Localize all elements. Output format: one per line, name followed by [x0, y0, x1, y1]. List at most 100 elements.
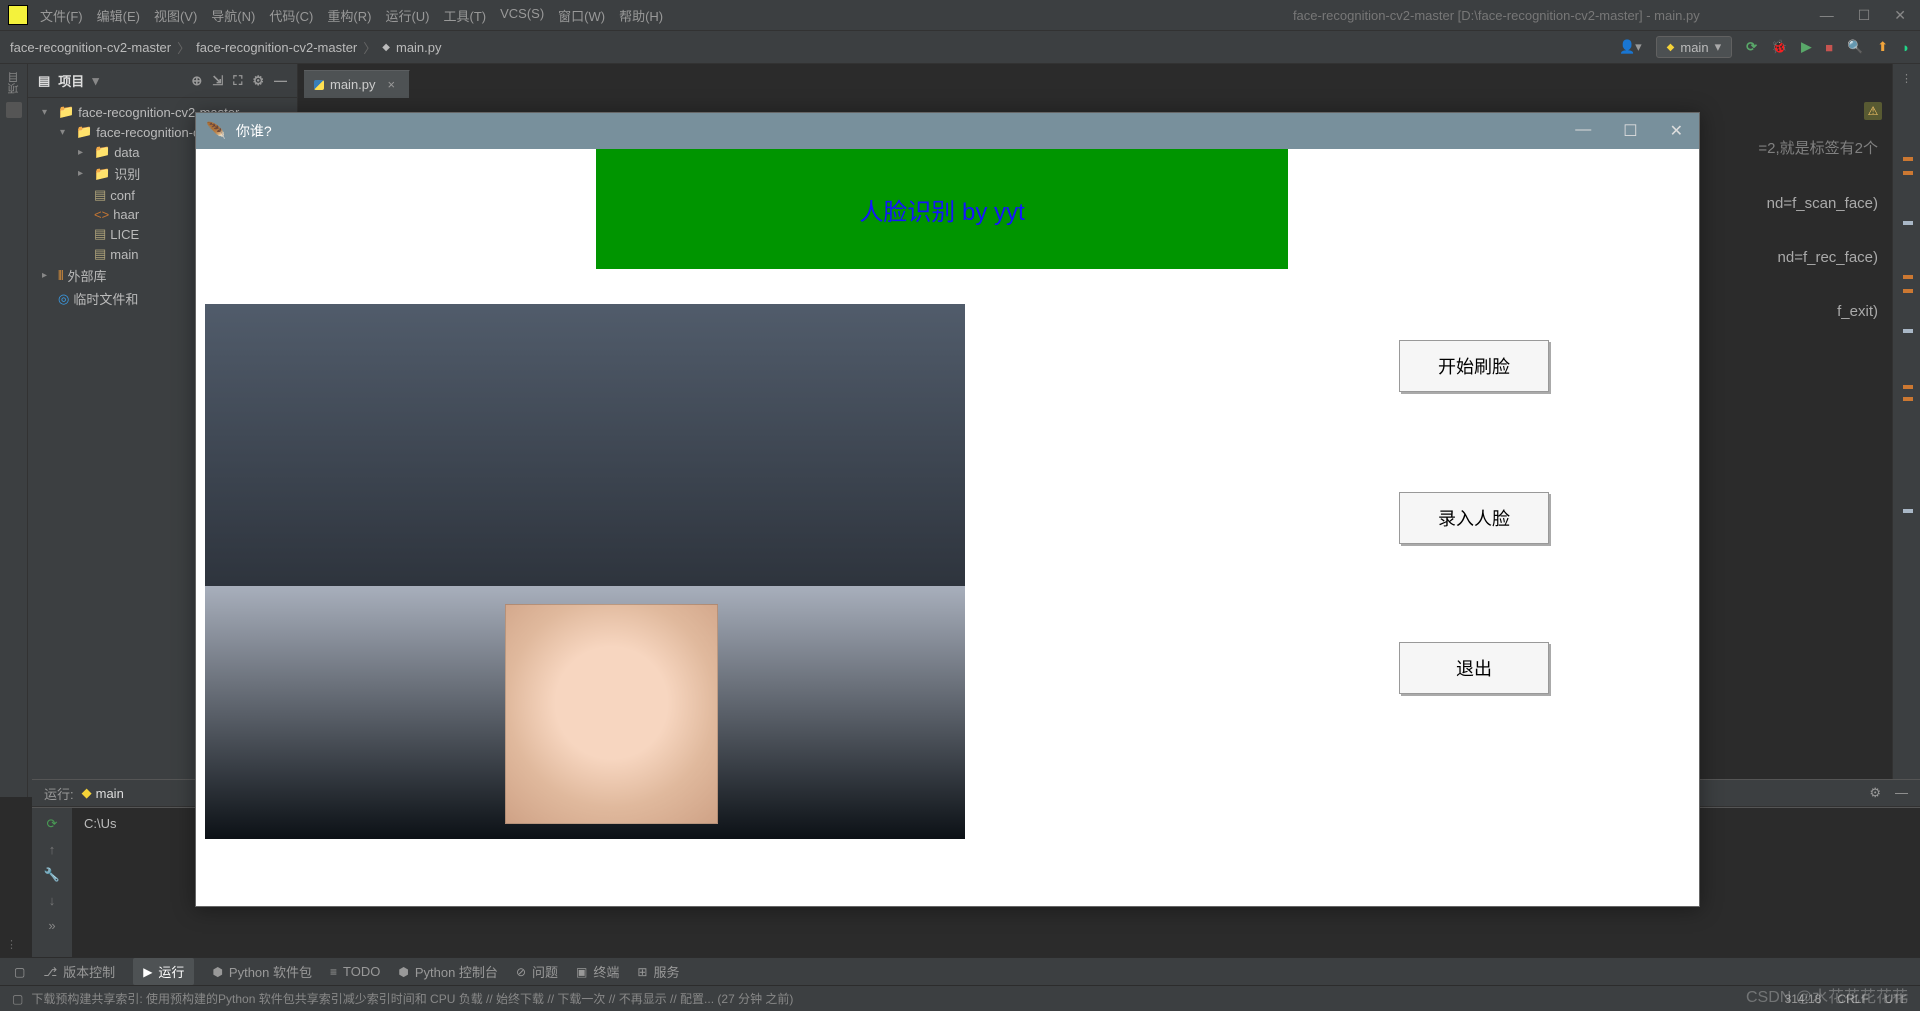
enroll-face-button[interactable]: 录入人脸: [1399, 492, 1549, 544]
scrollbar-markers: [1901, 97, 1913, 797]
tab-todo[interactable]: ≡TODO: [330, 964, 380, 979]
run-config-name: main: [1680, 40, 1708, 55]
tk-minimize-icon[interactable]: —: [1575, 121, 1591, 141]
menu-tools[interactable]: 工具(T): [443, 6, 486, 25]
left-tool-strip: 项目: [0, 64, 28, 797]
menu-run[interactable]: 运行(U): [385, 6, 429, 25]
project-title: 项目: [58, 71, 84, 90]
play-icon[interactable]: ▶: [1801, 39, 1811, 55]
left-dots: ⋮: [6, 938, 17, 951]
menu-view[interactable]: 视图(V): [154, 6, 197, 25]
tab-services[interactable]: ⊞服务: [637, 962, 679, 981]
debug-icon[interactable]: 🐞: [1771, 39, 1787, 55]
nav-row: face-recognition-cv2-master 〉 face-recog…: [0, 30, 1920, 64]
expand-icon[interactable]: ⛶: [233, 73, 242, 89]
search-icon[interactable]: 🔍: [1847, 39, 1863, 55]
python-icon: ◆: [382, 42, 390, 53]
run-icon[interactable]: ⟳: [1746, 39, 1757, 55]
tk-app-window: 🪶 你谁? — ☐ ✕ 人脸识别 by yyt 开始刷脸 录入人脸 退出: [195, 112, 1700, 907]
project-header: ▤ 项目 ▾ ⊕ ⇲ ⛶ ⚙ —: [28, 64, 297, 98]
minimize-icon[interactable]: —: [1820, 7, 1834, 24]
editor-code-fragment: =2,就是标签有2个 nd=f_scan_face) nd=f_rec_face…: [1758, 119, 1878, 338]
close-icon[interactable]: ✕: [1894, 7, 1906, 24]
gear-icon[interactable]: ⚙: [252, 73, 264, 89]
tab-vcs[interactable]: ⎇版本控制: [43, 962, 115, 981]
file-encoding[interactable]: UTF: [1885, 992, 1908, 1006]
status-message[interactable]: 下载预构建共享索引: 使用预构建的Python 软件包共享索引减少索引时间和 C…: [31, 990, 1784, 1007]
menu-help[interactable]: 帮助(H): [619, 6, 663, 25]
status-bar: ▢ 下载预构建共享索引: 使用预构建的Python 软件包共享索引减少索引时间和…: [0, 985, 1920, 1011]
ide-titlebar: 文件(F) 编辑(E) 视图(V) 导航(N) 代码(C) 重构(R) 运行(U…: [0, 0, 1920, 30]
start-scan-button[interactable]: 开始刷脸: [1399, 340, 1549, 392]
line-separator[interactable]: CRLF: [1837, 992, 1868, 1006]
stop-icon[interactable]: ■: [1825, 40, 1833, 55]
inspection-warning-icon[interactable]: ⚠: [1864, 102, 1882, 120]
more-icon[interactable]: ⋮: [1901, 72, 1912, 85]
menu-file[interactable]: 文件(F): [40, 6, 83, 25]
menu-nav[interactable]: 导航(N): [211, 6, 255, 25]
tab-label: main.py: [330, 77, 376, 92]
structure-icon[interactable]: [6, 102, 22, 118]
main-menu: 文件(F) 编辑(E) 视图(V) 导航(N) 代码(C) 重构(R) 运行(U…: [40, 6, 1293, 25]
toolbar-right: 👤▾ ◆ main ▾ ⟳ 🐞 ▶ ■ 🔍 ⬆ ◗: [1619, 36, 1910, 58]
sync-icon[interactable]: ⬆: [1877, 39, 1888, 55]
statusbar-left-icon[interactable]: ▢: [12, 992, 23, 1006]
run-label: 运行:: [44, 784, 74, 803]
crumb-file[interactable]: main.py: [396, 40, 442, 55]
folder-icon: ▤: [38, 73, 50, 89]
python-icon: [314, 80, 324, 90]
cursor-position[interactable]: 314:18: [1785, 992, 1822, 1006]
tk-banner-label: 人脸识别 by yyt: [596, 149, 1288, 269]
gear-icon[interactable]: ⚙: [1869, 785, 1881, 801]
breadcrumb: face-recognition-cv2-master 〉 face-recog…: [10, 38, 442, 57]
tab-python-console[interactable]: ⬢Python 控制台: [398, 962, 498, 981]
target-icon[interactable]: ⊕: [191, 73, 202, 89]
ide-logo-icon: [8, 5, 28, 25]
up-icon[interactable]: ↑: [49, 842, 56, 857]
python-icon: ◆: [1667, 42, 1675, 53]
rerun-icon[interactable]: ⟳: [47, 816, 58, 832]
wrench-icon[interactable]: 🔧: [44, 867, 60, 883]
minimize-icon[interactable]: —: [1895, 785, 1908, 801]
tab-run[interactable]: ▶运行: [133, 958, 194, 985]
tk-titlebar[interactable]: 🪶 你谁? — ☐ ✕: [196, 113, 1699, 149]
user-icon[interactable]: 👤▾: [1619, 39, 1642, 55]
camera-preview: [205, 304, 965, 839]
tab-problems[interactable]: ⊘问题: [516, 962, 558, 981]
tab-python-packages[interactable]: ⬢Python 软件包: [212, 962, 312, 981]
face-crop-overlay: [505, 604, 718, 824]
editor-tabbar: main.py ×: [298, 64, 1892, 98]
tab-close-icon[interactable]: ×: [388, 77, 396, 92]
hide-icon[interactable]: —: [274, 73, 287, 89]
crumb-dir[interactable]: face-recognition-cv2-master: [196, 40, 357, 55]
run-name: main: [96, 786, 124, 801]
maximize-icon[interactable]: ☐: [1858, 7, 1871, 24]
menu-edit[interactable]: 编辑(E): [97, 6, 140, 25]
menu-window[interactable]: 窗口(W): [558, 6, 605, 25]
tab-terminal[interactable]: ▣终端: [576, 962, 619, 981]
python-icon: ◆: [82, 785, 92, 801]
window-title: face-recognition-cv2-master [D:\face-rec…: [1293, 8, 1700, 23]
menu-vcs[interactable]: VCS(S): [500, 6, 544, 25]
exit-button[interactable]: 退出: [1399, 642, 1549, 694]
editor-tab[interactable]: main.py ×: [304, 70, 410, 98]
chevron-down-icon: ▾: [1715, 39, 1722, 55]
run-side-toolbar: ⟳ ↑ 🔧 ↓ »: [32, 808, 72, 957]
codewithme-icon[interactable]: ◗: [1902, 40, 1910, 55]
toolwin-icon[interactable]: ▢: [14, 965, 25, 979]
down-icon[interactable]: ↓: [49, 893, 56, 908]
crumb-sep: 〉: [363, 38, 376, 57]
tk-close-icon[interactable]: ✕: [1670, 121, 1683, 141]
crumb-root[interactable]: face-recognition-cv2-master: [10, 40, 171, 55]
collapse-icon[interactable]: ⇲: [212, 73, 223, 89]
menu-code[interactable]: 代码(C): [269, 6, 313, 25]
chevron-down-icon[interactable]: ▾: [92, 73, 99, 89]
run-config-selector[interactable]: ◆ main ▾: [1656, 36, 1732, 58]
tk-maximize-icon[interactable]: ☐: [1623, 121, 1637, 141]
project-toolstrip-label[interactable]: 项目: [6, 72, 22, 94]
more-icon[interactable]: »: [48, 918, 55, 933]
menu-refactor[interactable]: 重构(R): [327, 6, 371, 25]
right-tool-strip: ⋮: [1892, 64, 1920, 797]
feather-icon: 🪶: [206, 121, 226, 141]
crumb-sep: 〉: [177, 38, 190, 57]
